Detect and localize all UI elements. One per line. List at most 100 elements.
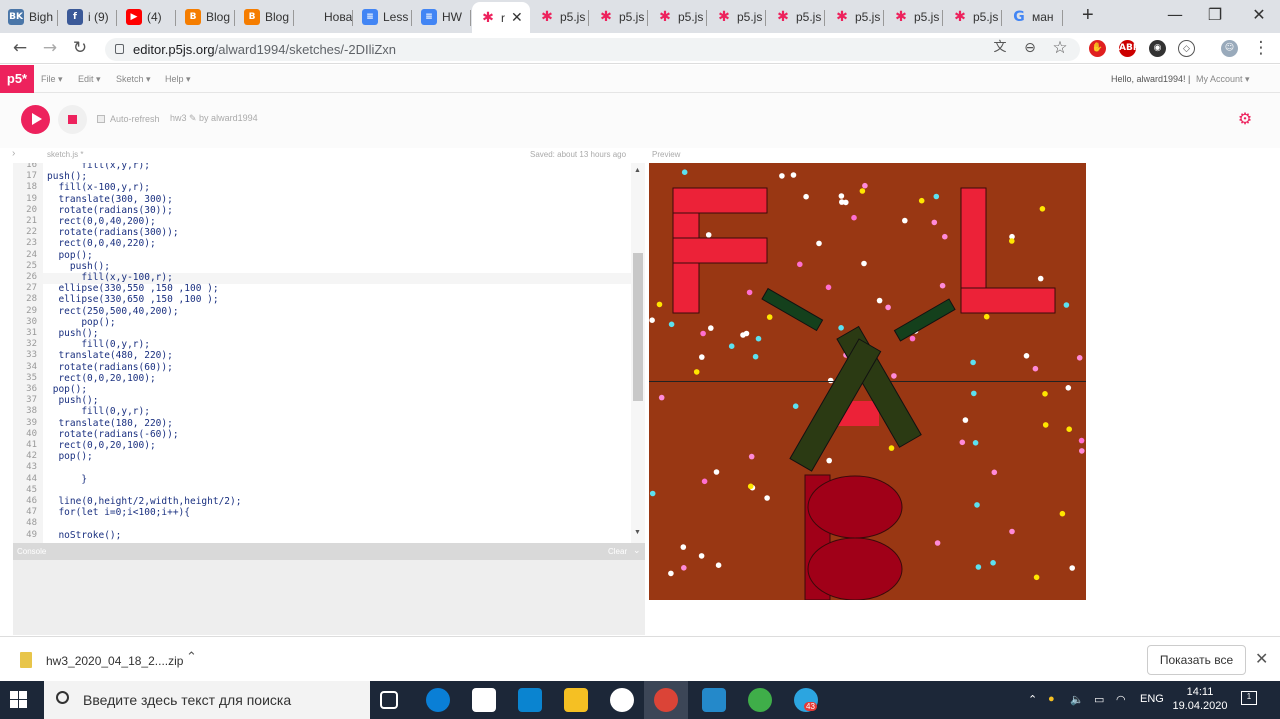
confetti-dot xyxy=(649,317,655,323)
confetti-dot xyxy=(1042,391,1048,397)
menu-kebab-icon[interactable]: ⋮ xyxy=(1251,38,1271,58)
tab-0[interactable]: BK Bigh xyxy=(0,4,58,30)
tab-13[interactable]: ✱ p5.js xyxy=(767,4,825,30)
clock[interactable]: 14:11 19.04.2020 xyxy=(1168,685,1232,713)
zoom-icon[interactable]: ⊖ xyxy=(1020,38,1040,58)
file-explorer-icon[interactable] xyxy=(564,688,588,712)
confetti-dot xyxy=(1079,448,1085,454)
tab-16[interactable]: ✱ p5.js xyxy=(944,4,1002,30)
letter-b xyxy=(804,474,903,600)
windows-start-icon[interactable] xyxy=(10,691,28,709)
code-line: push(); xyxy=(47,171,88,183)
tab-17[interactable]: Gман xyxy=(1003,4,1063,30)
edge-icon[interactable] xyxy=(426,688,450,712)
console-clear-button[interactable]: Clear xyxy=(608,547,627,556)
chevron-down-icon[interactable]: ⌄ xyxy=(633,545,641,556)
vscode-icon[interactable] xyxy=(702,688,726,712)
wifi-icon[interactable]: ◠ xyxy=(1116,693,1126,706)
adblock-icon[interactable]: ABP xyxy=(1119,40,1139,57)
tab-10[interactable]: ✱ p5.js xyxy=(590,4,648,30)
extension-icon[interactable]: ◉ xyxy=(1149,40,1166,57)
sketch-preview-canvas[interactable] xyxy=(649,163,1086,600)
back-icon[interactable]: ← xyxy=(10,38,30,58)
confetti-dot xyxy=(743,330,750,337)
translate-icon[interactable]: 文 xyxy=(990,38,1010,58)
scroll-up-icon[interactable]: ▲ xyxy=(634,167,641,174)
menu-help[interactable]: Help ▾ xyxy=(165,74,191,85)
battery-icon[interactable]: ▭ xyxy=(1094,693,1104,706)
tab-7[interactable]: ≡ HW xyxy=(413,4,471,30)
line-number: 35 xyxy=(26,372,37,383)
tab-separator xyxy=(1062,10,1063,26)
code-line: fill(x-100,y,r); xyxy=(47,182,150,194)
yandex-browser-icon[interactable] xyxy=(610,688,634,712)
show-all-downloads-button[interactable]: Показать все xyxy=(1147,645,1246,675)
tab-11[interactable]: ✱ p5.js xyxy=(649,4,707,30)
language-indicator[interactable]: ENG xyxy=(1140,693,1164,705)
tray-app-icon[interactable]: ● xyxy=(1048,693,1055,705)
tab-2[interactable]: ▶ (4) xyxy=(118,4,176,30)
address-bar[interactable]: editor.p5js.org/alward1994/sketches/-2DI… xyxy=(105,38,1080,61)
close-download-bar-icon[interactable]: ✕ xyxy=(1255,649,1268,669)
tab-14[interactable]: ✱ p5.js xyxy=(826,4,884,30)
minimize-button[interactable]: — xyxy=(1160,4,1190,26)
confetti-dot xyxy=(701,478,708,485)
p5-icon: ✱ xyxy=(777,9,789,25)
tab-8[interactable]: ✱ r ✕ xyxy=(472,2,530,33)
telegram-icon[interactable]: 43 xyxy=(794,688,818,712)
chrome-taskbar-item[interactable] xyxy=(644,681,688,719)
my-account-menu[interactable]: My Account ▾ xyxy=(1196,74,1250,85)
tab-label: ман xyxy=(1032,10,1054,24)
restore-button[interactable]: ❐ xyxy=(1200,4,1230,26)
tab-15[interactable]: ✱ p5.js xyxy=(885,4,943,30)
shield-extension-icon[interactable]: ◇ xyxy=(1178,40,1195,57)
tab-6[interactable]: ≡ Less xyxy=(354,4,412,30)
scrollbar-thumb[interactable] xyxy=(633,253,643,401)
tab-separator xyxy=(116,10,117,26)
code-editor[interactable]: 16 fill(x,y,r); 17 push(); 18 fill(x-100,y,… xyxy=(13,163,631,543)
profile-avatar[interactable]: ☺ xyxy=(1221,40,1238,57)
tab-3[interactable]: B Blog xyxy=(177,4,235,30)
settings-gear-icon[interactable]: ⚙ xyxy=(1236,110,1254,128)
tab-12[interactable]: ✱ p5.js xyxy=(708,4,766,30)
new-tab-button[interactable]: + xyxy=(1082,5,1102,25)
line-number: 46 xyxy=(26,496,37,506)
chevron-up-icon[interactable]: ⌃ xyxy=(186,650,197,665)
sidebar-toggle-icon[interactable]: › xyxy=(12,148,15,159)
menu-edit[interactable]: Edit ▾ xyxy=(78,74,101,85)
notifications-icon[interactable]: 1 xyxy=(1241,691,1257,705)
menu-sketch[interactable]: Sketch ▾ xyxy=(116,74,151,85)
store-icon[interactable] xyxy=(472,688,496,712)
play-button[interactable] xyxy=(21,105,50,134)
close-window-button[interactable]: ✕ xyxy=(1244,4,1274,26)
download-file-name[interactable]: hw3_2020_04_18_2....zip xyxy=(46,654,183,668)
volume-icon[interactable]: 🔈 xyxy=(1070,693,1084,706)
forward-icon[interactable]: → xyxy=(40,38,60,58)
line-number: 47 xyxy=(26,507,37,518)
sketch-name[interactable]: hw3 ✎ by alward1994 xyxy=(170,113,258,124)
editor-scrollbar[interactable]: ▲ ▼ xyxy=(631,163,645,543)
tab-5[interactable]: Новая в xyxy=(295,4,353,30)
scroll-down-icon[interactable]: ▼ xyxy=(634,529,641,536)
task-view-icon[interactable] xyxy=(380,691,398,709)
close-tab-icon[interactable]: ✕ xyxy=(511,9,523,26)
confetti-dot xyxy=(1042,422,1049,428)
confetti-dot xyxy=(939,282,946,289)
confetti-dot xyxy=(902,217,908,224)
p5-logo[interactable]: p5* xyxy=(0,65,34,93)
tray-chevron-icon[interactable]: ⌃ xyxy=(1028,693,1037,706)
tab-1[interactable]: f i (9) xyxy=(59,4,117,30)
line-number: 36 xyxy=(26,384,37,394)
stop-button[interactable] xyxy=(58,105,87,134)
extension-hand-icon[interactable]: ✋ xyxy=(1089,40,1106,57)
mail-icon[interactable] xyxy=(518,688,542,712)
taskbar-search-input[interactable]: Введите здесь текст для поиска xyxy=(44,681,370,719)
bookmark-star-icon[interactable]: ☆ xyxy=(1050,38,1070,58)
menu-file[interactable]: File ▾ xyxy=(41,74,63,85)
auto-refresh-checkbox[interactable] xyxy=(97,115,105,123)
tab-9[interactable]: ✱ p5.js xyxy=(531,4,589,30)
reload-icon[interactable]: ↻ xyxy=(70,38,90,58)
line-number: 31 xyxy=(26,328,37,338)
tab-4[interactable]: B Blog xyxy=(236,4,294,30)
app-pin-icon[interactable] xyxy=(748,688,772,712)
